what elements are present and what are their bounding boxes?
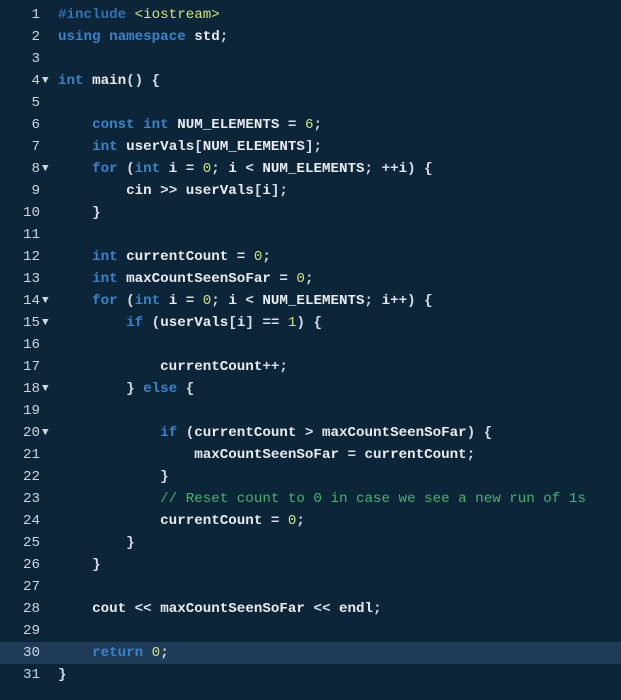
- code-line: 29: [0, 620, 621, 642]
- code-content[interactable]: // Reset count to 0 in case we see a new…: [58, 488, 621, 510]
- line-number: 1: [0, 4, 42, 26]
- line-number: 29: [0, 620, 42, 642]
- code-line: 5: [0, 92, 621, 114]
- code-content[interactable]: }: [58, 466, 621, 488]
- line-number: 9: [0, 180, 42, 202]
- code-content[interactable]: }: [58, 532, 621, 554]
- code-content[interactable]: for (int i = 0; i < NUM_ELEMENTS; ++i) {: [58, 158, 621, 180]
- line-number: 15: [0, 312, 42, 334]
- line-number: 19: [0, 400, 42, 422]
- code-editor: 1 #include <iostream> 2 using namespace std…: [0, 0, 621, 686]
- code-line: 13 int maxCountSeenSoFar = 0;: [0, 268, 621, 290]
- code-content[interactable]: int currentCount = 0;: [58, 246, 621, 268]
- code-content[interactable]: int maxCountSeenSoFar = 0;: [58, 268, 621, 290]
- line-number: 21: [0, 444, 42, 466]
- code-line: 30 return 0;: [0, 642, 621, 664]
- code-content[interactable]: if (userVals[i] == 1) {: [58, 312, 621, 334]
- code-line: 14▼ for (int i = 0; i < NUM_ELEMENTS; i+…: [0, 290, 621, 312]
- line-number: 4: [0, 70, 42, 92]
- code-line: 6 const int NUM_ELEMENTS = 6;: [0, 114, 621, 136]
- code-line: 18▼ } else {: [0, 378, 621, 400]
- fold-indicator[interactable]: ▼: [42, 70, 58, 92]
- code-line: 23 // Reset count to 0 in case we see a …: [0, 488, 621, 510]
- line-number: 18: [0, 378, 42, 400]
- code-content[interactable]: #include <iostream>: [58, 4, 621, 26]
- line-number: 20: [0, 422, 42, 444]
- fold-indicator[interactable]: ▼: [42, 422, 58, 444]
- code-content[interactable]: } else {: [58, 378, 621, 400]
- code-content[interactable]: }: [58, 664, 621, 686]
- line-number: 27: [0, 576, 42, 598]
- code-content[interactable]: maxCountSeenSoFar = currentCount;: [58, 444, 621, 466]
- line-number: 14: [0, 290, 42, 312]
- code-content[interactable]: if (currentCount > maxCountSeenSoFar) {: [58, 422, 621, 444]
- line-number: 10: [0, 202, 42, 224]
- line-number: 23: [0, 488, 42, 510]
- line-number: 31: [0, 664, 42, 686]
- line-number: 30: [0, 642, 42, 664]
- code-line: 26 }: [0, 554, 621, 576]
- code-content[interactable]: currentCount = 0;: [58, 510, 621, 532]
- code-line: 16: [0, 334, 621, 356]
- code-content[interactable]: using namespace std;: [58, 26, 621, 48]
- code-line: 28 cout << maxCountSeenSoFar << endl;: [0, 598, 621, 620]
- code-line: 10 }: [0, 202, 621, 224]
- code-content[interactable]: currentCount++;: [58, 356, 621, 378]
- code-line: 9 cin >> userVals[i];: [0, 180, 621, 202]
- code-content[interactable]: cout << maxCountSeenSoFar << endl;: [58, 598, 621, 620]
- code-line: 11: [0, 224, 621, 246]
- fold-indicator[interactable]: ▼: [42, 158, 58, 180]
- line-number: 8: [0, 158, 42, 180]
- fold-indicator[interactable]: ▼: [42, 312, 58, 334]
- line-number: 25: [0, 532, 42, 554]
- code-line: 25 }: [0, 532, 621, 554]
- line-number: 13: [0, 268, 42, 290]
- code-content[interactable]: const int NUM_ELEMENTS = 6;: [58, 114, 621, 136]
- line-number: 17: [0, 356, 42, 378]
- line-number: 26: [0, 554, 42, 576]
- code-line: 19: [0, 400, 621, 422]
- line-number: 2: [0, 26, 42, 48]
- code-line: 15▼ if (userVals[i] == 1) {: [0, 312, 621, 334]
- line-number: 3: [0, 48, 42, 70]
- code-content[interactable]: }: [58, 554, 621, 576]
- code-line: 8▼ for (int i = 0; i < NUM_ELEMENTS; ++i…: [0, 158, 621, 180]
- code-line: 2 using namespace std;: [0, 26, 621, 48]
- code-content[interactable]: int main() {: [58, 70, 621, 92]
- fold-indicator[interactable]: ▼: [42, 290, 58, 312]
- line-number: 22: [0, 466, 42, 488]
- code-line: 20▼ if (currentCount > maxCountSeenSoFar…: [0, 422, 621, 444]
- code-line: 7 int userVals[NUM_ELEMENTS];: [0, 136, 621, 158]
- code-content[interactable]: int userVals[NUM_ELEMENTS];: [58, 136, 621, 158]
- code-line: 1 #include <iostream>: [0, 4, 621, 26]
- code-content[interactable]: for (int i = 0; i < NUM_ELEMENTS; i++) {: [58, 290, 621, 312]
- line-number: 12: [0, 246, 42, 268]
- code-line: 24 currentCount = 0;: [0, 510, 621, 532]
- line-number: 16: [0, 334, 42, 356]
- code-line: 12 int currentCount = 0;: [0, 246, 621, 268]
- line-number: 7: [0, 136, 42, 158]
- line-number: 24: [0, 510, 42, 532]
- code-line: 31}: [0, 664, 621, 686]
- code-line: 17 currentCount++;: [0, 356, 621, 378]
- code-line: 3: [0, 48, 621, 70]
- line-number: 6: [0, 114, 42, 136]
- line-number: 5: [0, 92, 42, 114]
- code-line: 4▼int main() {: [0, 70, 621, 92]
- line-number: 28: [0, 598, 42, 620]
- fold-indicator[interactable]: ▼: [42, 378, 58, 400]
- code-line: 21 maxCountSeenSoFar = currentCount;: [0, 444, 621, 466]
- line-number: 11: [0, 224, 42, 246]
- code-content[interactable]: }: [58, 202, 621, 224]
- code-content[interactable]: return 0;: [58, 642, 621, 664]
- code-line: 27: [0, 576, 621, 598]
- code-line: 22 }: [0, 466, 621, 488]
- code-content[interactable]: cin >> userVals[i];: [58, 180, 621, 202]
